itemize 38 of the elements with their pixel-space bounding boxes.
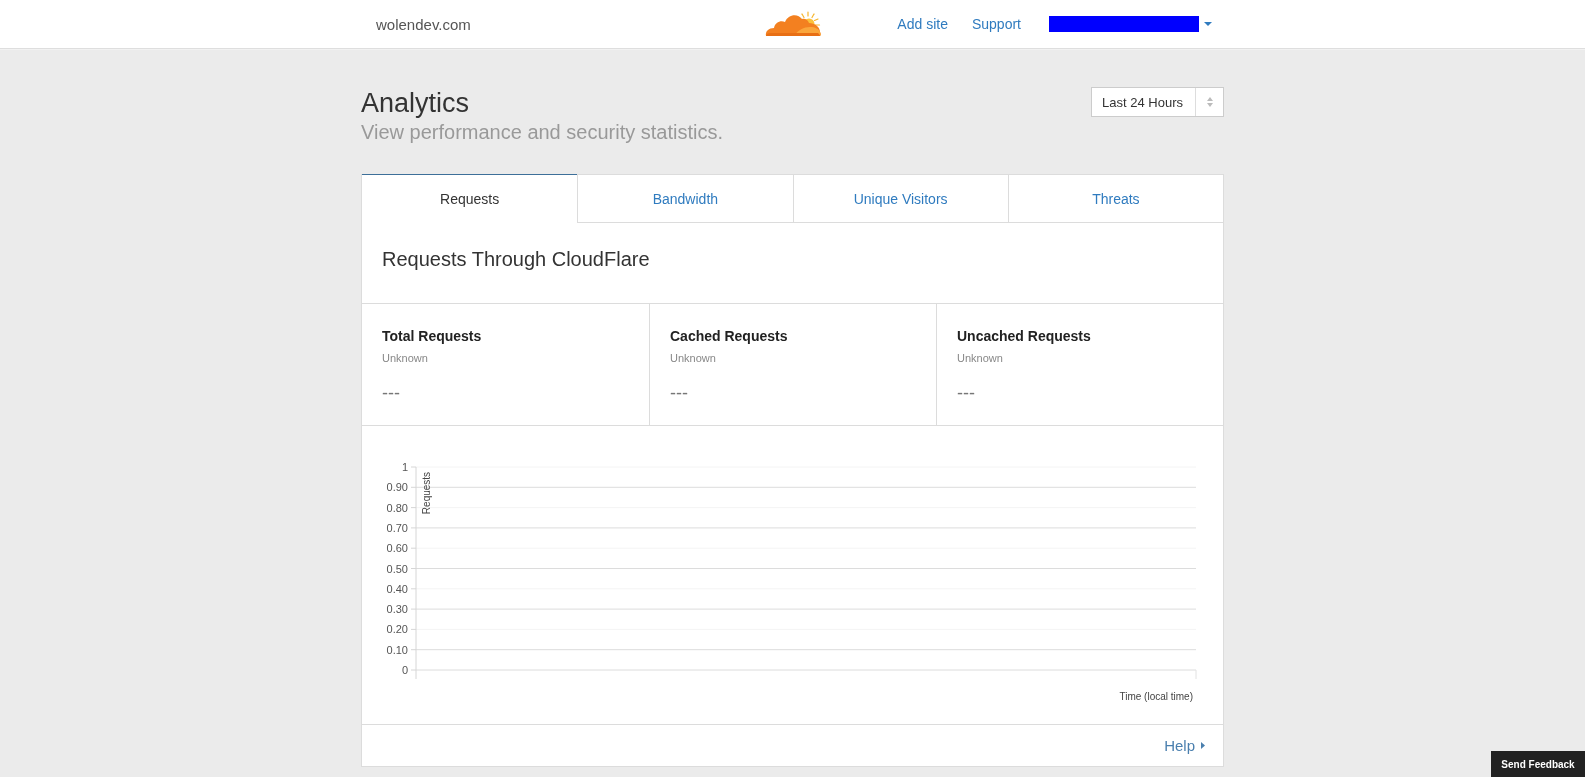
y-tick-label: 0.70 xyxy=(386,521,408,534)
site-name: wolendev.com xyxy=(375,15,471,33)
stat-value: --- xyxy=(382,383,401,404)
nav-link[interactable]: Add site xyxy=(897,16,948,32)
stat-title: Cached Requests xyxy=(670,327,789,345)
y-tick-label: 0.10 xyxy=(386,643,408,656)
tab[interactable]: Unique Visitors xyxy=(792,174,1008,223)
stat-value: --- xyxy=(670,383,689,404)
help-link[interactable]: Help xyxy=(1164,737,1205,754)
tab[interactable]: Threats xyxy=(1007,174,1223,223)
caret-icon[interactable] xyxy=(1204,22,1212,26)
y-tick-label: 0.20 xyxy=(386,623,408,636)
y-axis-label: Requests xyxy=(421,471,432,515)
page-title: Analytics xyxy=(361,87,471,119)
stat-status: Unknown xyxy=(382,352,429,364)
send-feedback-button[interactable]: Send Feedback xyxy=(1491,751,1585,777)
y-tick-label: 0.30 xyxy=(386,603,408,616)
time-range-dropdown[interactable]: Last 24 Hours xyxy=(1091,87,1224,117)
cloud-sun-icon[interactable] xyxy=(763,9,822,37)
y-tick-label: 1 xyxy=(401,461,408,473)
stat-value: --- xyxy=(957,383,976,404)
caret-right-icon xyxy=(1201,742,1205,749)
y-tick-label: 0.60 xyxy=(386,542,408,555)
section-title: Requests Through CloudFlare xyxy=(382,248,650,271)
tab[interactable]: Bandwidth xyxy=(577,174,793,223)
stat-title: Total Requests xyxy=(382,327,483,345)
y-tick-label: 0.90 xyxy=(386,481,408,494)
stat-status: Unknown xyxy=(670,352,717,364)
stat-title: Uncached Requests xyxy=(957,327,1092,345)
x-axis-label: Time (local time) xyxy=(1119,691,1193,702)
page-subtitle: View performance and security statistics. xyxy=(361,120,723,145)
nav-link[interactable]: Support xyxy=(971,16,1021,32)
y-tick-label: 0 xyxy=(401,664,408,676)
y-tick-label: 0.50 xyxy=(386,562,408,575)
stat-status: Unknown xyxy=(957,352,1004,364)
y-tick-label: 0.80 xyxy=(386,501,408,514)
up-down-arrows-icon xyxy=(1206,97,1213,107)
y-tick-label: 0.40 xyxy=(386,582,408,595)
